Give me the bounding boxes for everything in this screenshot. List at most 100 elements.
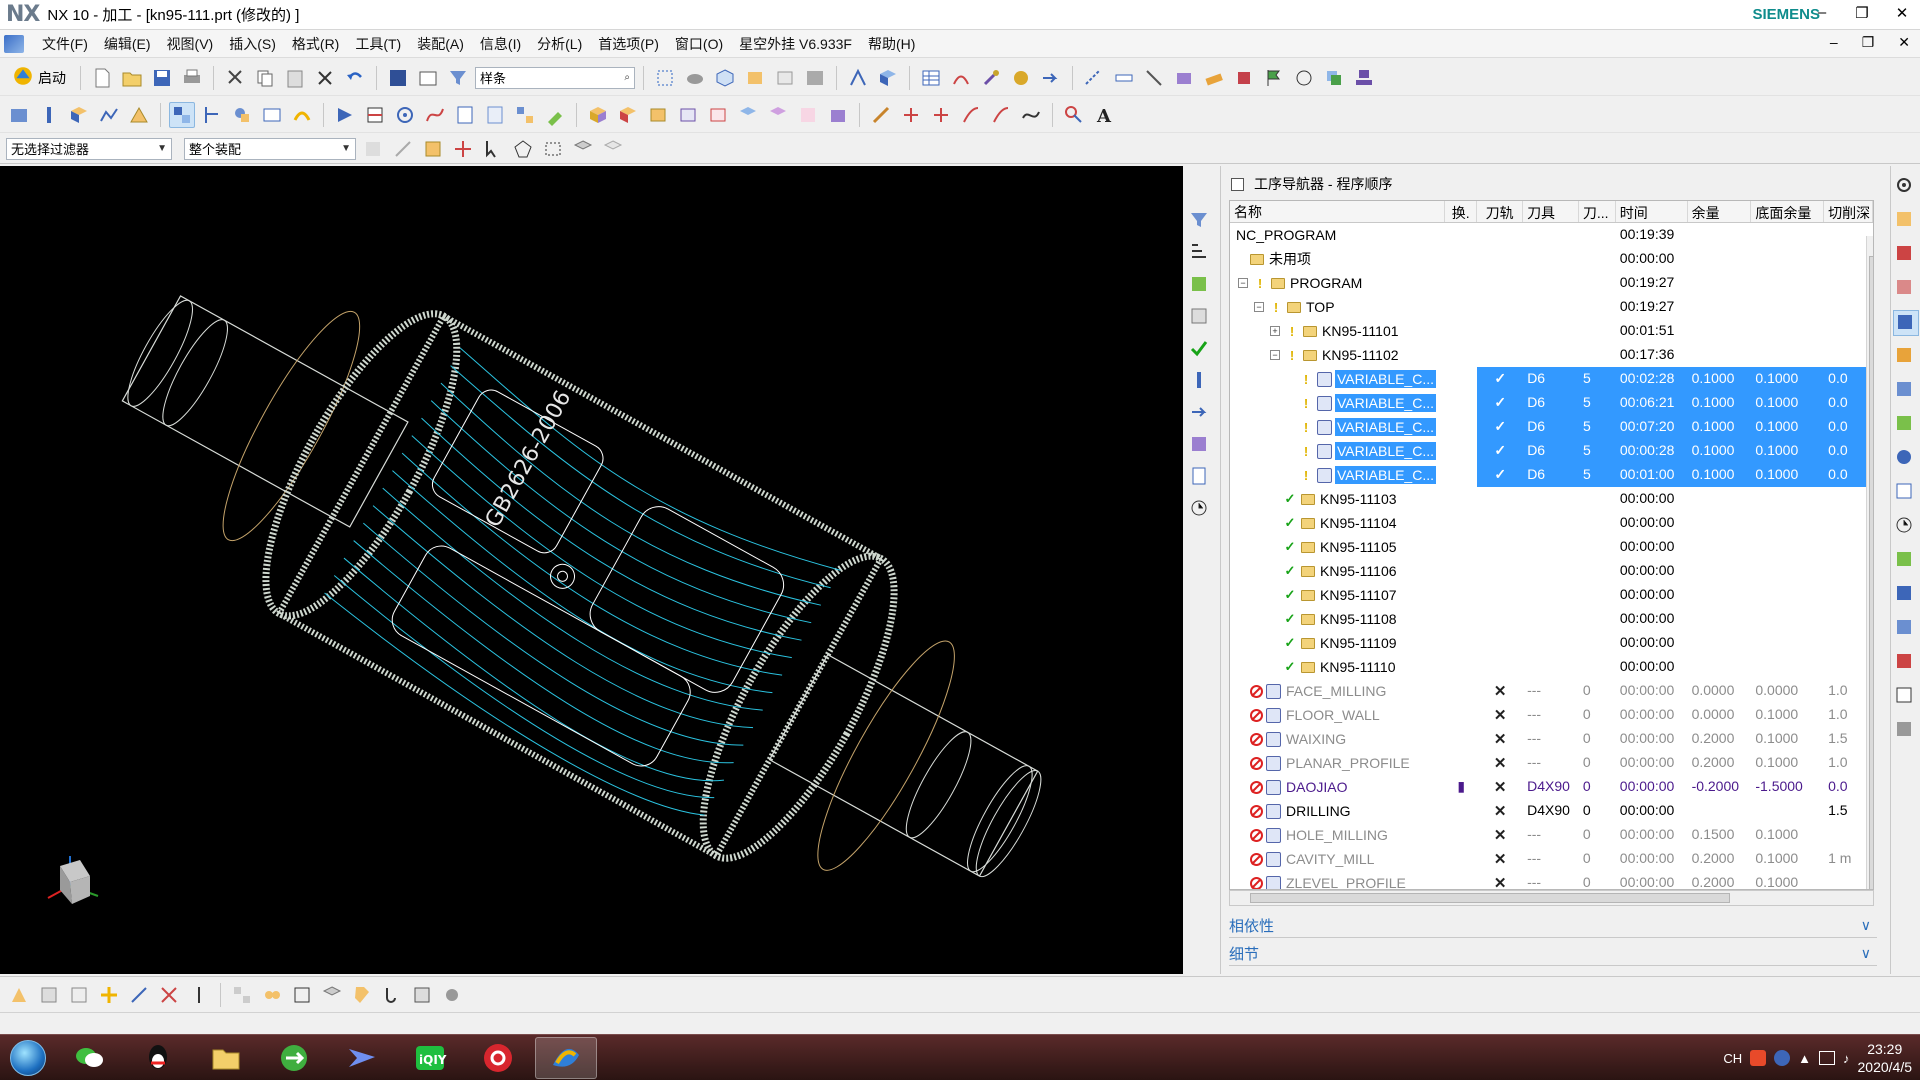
- offset-icon[interactable]: [988, 102, 1014, 128]
- assembly-navigator-icon[interactable]: [1893, 208, 1919, 234]
- nav-export-icon[interactable]: [1188, 401, 1216, 429]
- collapse-icon[interactable]: −: [1238, 278, 1248, 288]
- pdf-icon[interactable]: [1893, 650, 1919, 676]
- text-icon[interactable]: A: [1091, 102, 1117, 128]
- history-icon[interactable]: [1893, 480, 1919, 506]
- split-icon[interactable]: [898, 102, 924, 128]
- paint-icon[interactable]: [542, 102, 568, 128]
- nav-filter-icon[interactable]: [1188, 209, 1216, 237]
- close-button[interactable]: ✕: [1894, 4, 1910, 22]
- collapse-icon[interactable]: −: [1270, 350, 1280, 360]
- batch-icon[interactable]: [512, 102, 538, 128]
- nav-verify-icon[interactable]: [1188, 337, 1216, 365]
- mirror-icon[interactable]: [259, 982, 285, 1008]
- nav-tool-icon[interactable]: [1188, 369, 1216, 397]
- minimize-button[interactable]: –: [1814, 4, 1830, 22]
- select-face-icon[interactable]: [420, 136, 446, 162]
- menu-format[interactable]: 格式(R): [284, 34, 347, 54]
- properties-icon[interactable]: [66, 982, 92, 1008]
- mcs-icon[interactable]: [735, 102, 761, 128]
- postprocess-icon[interactable]: [452, 102, 478, 128]
- wcs-icon[interactable]: [6, 982, 32, 1008]
- cut-icon[interactable]: [222, 65, 248, 91]
- nav-geometry-icon[interactable]: [1188, 273, 1216, 301]
- settings-gear-icon[interactable]: [1893, 174, 1919, 200]
- curve-icon[interactable]: [422, 102, 448, 128]
- solid-icon[interactable]: [1231, 65, 1257, 91]
- operation-row[interactable]: ! VARIABLE_C... ✓ D6 5 00:06:21 0.1000 0.1000 0.…: [1230, 391, 1873, 415]
- open-folder-icon[interactable]: [119, 65, 145, 91]
- menu-help[interactable]: 帮助(H): [860, 34, 923, 54]
- collapse-icon[interactable]: −: [1254, 302, 1264, 312]
- orient-view-icon[interactable]: [712, 65, 738, 91]
- work-layer-icon[interactable]: [772, 65, 798, 91]
- menu-tools[interactable]: 工具(T): [347, 34, 409, 54]
- machine-navigator-icon[interactable]: [1893, 344, 1919, 370]
- create-program-icon[interactable]: [6, 102, 32, 128]
- feature-icon[interactable]: [675, 102, 701, 128]
- cross-icon[interactable]: [928, 102, 954, 128]
- table-row[interactable]: ✓ KN95-11104 00:00:00: [1230, 511, 1873, 535]
- constraint-navigator-icon[interactable]: [1893, 242, 1919, 268]
- nav-document-icon[interactable]: [1188, 465, 1216, 493]
- tool-library-icon[interactable]: [1893, 718, 1919, 744]
- table-row[interactable]: ✓ KN95-11107 00:00:00: [1230, 583, 1873, 607]
- pattern-icon[interactable]: [229, 982, 255, 1008]
- web-browser-icon[interactable]: [1893, 446, 1919, 472]
- operation-row[interactable]: ! VARIABLE_C... ✓ D6 5 00:07:20 0.1000 0.1000 0.…: [1230, 415, 1873, 439]
- select-rectangle-icon[interactable]: [540, 136, 566, 162]
- taskbar-feishu[interactable]: [331, 1037, 393, 1079]
- delete-icon[interactable]: [312, 65, 338, 91]
- taskbar-wechat[interactable]: [59, 1037, 121, 1079]
- system-clock[interactable]: 23:29 2020/4/5: [1858, 1040, 1913, 1076]
- replay-toolpath-icon[interactable]: [332, 102, 358, 128]
- object-info-icon[interactable]: [36, 982, 62, 1008]
- input-language[interactable]: CH: [1723, 1051, 1742, 1066]
- taskbar-iqiyi[interactable]: iQIYI: [399, 1037, 461, 1079]
- blank-icon[interactable]: [615, 102, 641, 128]
- shading-icon[interactable]: [682, 65, 708, 91]
- undo-icon[interactable]: [342, 65, 368, 91]
- restore-button[interactable]: ❐: [1854, 4, 1870, 22]
- menu-file[interactable]: 文件(F): [34, 34, 96, 54]
- arrow-icon[interactable]: [1038, 65, 1064, 91]
- graphics-viewport[interactable]: GB2626-2006: [0, 166, 1183, 974]
- table-row[interactable]: DRILLING ✕ D4X90 0 00:00:00 1.5: [1230, 799, 1873, 823]
- stock-icon[interactable]: [825, 102, 851, 128]
- table-row[interactable]: ✓ KN95-11105 00:00:00: [1230, 535, 1873, 559]
- workpiece-icon[interactable]: [585, 102, 611, 128]
- column-name[interactable]: 名称: [1230, 201, 1446, 222]
- circle-icon[interactable]: [1291, 65, 1317, 91]
- table-row[interactable]: NC_PROGRAM 00:19:39: [1230, 223, 1873, 247]
- taskbar-qq[interactable]: [127, 1037, 189, 1079]
- roles-icon[interactable]: [1893, 582, 1919, 608]
- tray-expand-icon[interactable]: ▲: [1798, 1051, 1811, 1066]
- nav-method-icon[interactable]: [1188, 305, 1216, 333]
- operation-row[interactable]: ! VARIABLE_C... ✓ D6 5 00:01:00 0.1000 0.1000 0.…: [1230, 463, 1873, 487]
- magnet-icon[interactable]: [1008, 65, 1034, 91]
- ruler-icon[interactable]: [1111, 65, 1137, 91]
- table-row[interactable]: WAIXING ✕ --- 0 00:00:00 0.2000 0.1000 1.5: [1230, 727, 1873, 751]
- taskbar-explorer[interactable]: [195, 1037, 257, 1079]
- paste-icon[interactable]: [282, 65, 308, 91]
- select-cursor-icon[interactable]: [480, 136, 506, 162]
- copy-icon[interactable]: [252, 65, 278, 91]
- column-stock[interactable]: 余量: [1688, 201, 1752, 222]
- create-tool-icon[interactable]: [36, 102, 62, 128]
- table-row[interactable]: ✓ KN95-11103 00:00:00: [1230, 487, 1873, 511]
- curve-rule-select[interactable]: 样条 ⌕: [475, 66, 635, 89]
- new-file-icon[interactable]: [89, 65, 115, 91]
- column-tool-number[interactable]: 刀...: [1579, 201, 1616, 222]
- table-row[interactable]: FLOOR_WALL ✕ --- 0 00:00:00 0.0000 0.1000 1.0: [1230, 703, 1873, 727]
- doc-close-button[interactable]: ✕: [1898, 34, 1910, 51]
- spline-icon[interactable]: [1018, 102, 1044, 128]
- column-toolpath[interactable]: 刀轨: [1477, 201, 1524, 222]
- fit-view-icon[interactable]: [652, 65, 678, 91]
- taskbar-360[interactable]: [263, 1037, 325, 1079]
- program-order-view-icon[interactable]: [169, 101, 195, 128]
- menu-info[interactable]: 信息(I): [472, 34, 529, 54]
- column-tool[interactable]: 刀具: [1523, 201, 1579, 222]
- copy-object-icon[interactable]: [1321, 65, 1347, 91]
- table-row[interactable]: −! PROGRAM 00:19:27: [1230, 271, 1873, 295]
- layer-icon[interactable]: [742, 65, 768, 91]
